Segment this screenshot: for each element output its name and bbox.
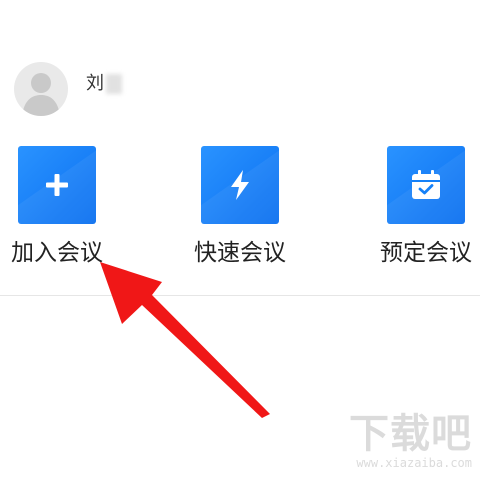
watermark: 下载吧 www.xiazaiba.com (337, 412, 472, 472)
join-meeting-label: 加入会议 (11, 240, 103, 266)
section-divider (0, 295, 480, 296)
user-name: 刘 (86, 73, 104, 94)
watermark-brand: 下载吧 (349, 411, 472, 457)
quick-meeting-label: 快速会议 (194, 240, 286, 266)
join-meeting-button[interactable]: 加入会议 (2, 146, 112, 266)
quick-meeting-button[interactable]: 快速会议 (185, 146, 295, 266)
lightning-icon (231, 170, 249, 200)
schedule-meeting-label: 预定会议 (380, 240, 472, 266)
schedule-meeting-button[interactable]: 预定会议 (371, 146, 480, 266)
calendar-check-icon (412, 170, 440, 199)
schedule-meeting-tile[interactable] (387, 146, 465, 224)
avatar[interactable] (14, 62, 68, 116)
user-name-redaction (106, 74, 122, 94)
quick-meeting-tile[interactable] (201, 146, 279, 224)
join-meeting-tile[interactable] (18, 146, 96, 224)
avatar-placeholder-icon (22, 73, 60, 116)
watermark-url: www.xiazaiba.com (356, 456, 472, 470)
plus-icon (46, 174, 68, 196)
